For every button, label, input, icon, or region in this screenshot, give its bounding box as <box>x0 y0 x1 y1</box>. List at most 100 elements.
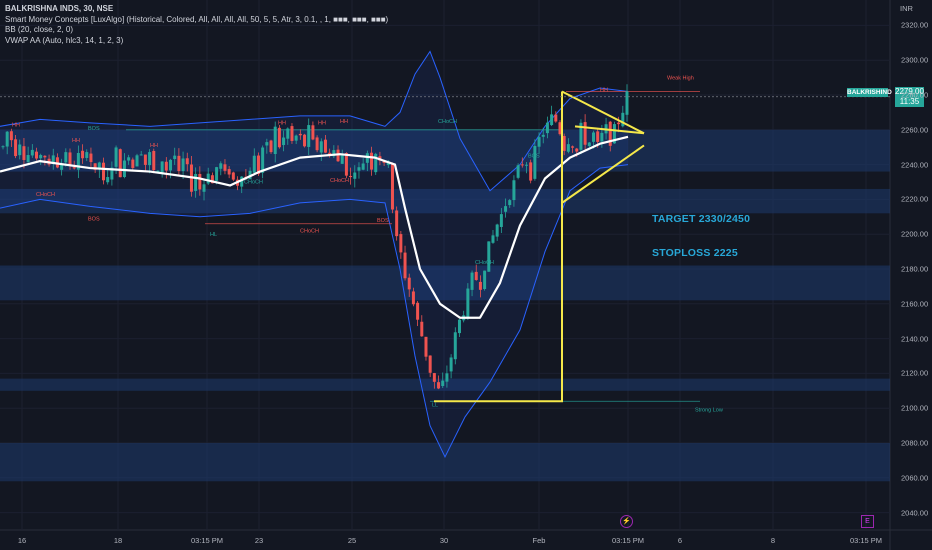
candle-body <box>177 155 181 172</box>
candle-body <box>68 152 72 166</box>
candle-body <box>72 167 76 169</box>
candle-body <box>35 151 39 159</box>
price-chart[interactable]: HH BOS HH HH HH HH HH CHoCH CHoCH HL LL Weak High St… <box>0 0 932 550</box>
price-tick-label: 2300.00 <box>901 55 929 65</box>
candle-body <box>194 173 198 191</box>
candle-body <box>282 137 286 146</box>
candle-body <box>487 241 491 272</box>
candle-body <box>303 134 307 147</box>
currency-label[interactable]: INR <box>900 4 913 13</box>
stoploss-annotation[interactable]: STOPLOSS 2225 <box>652 247 738 259</box>
price-tick-label: 2160.00 <box>901 299 929 309</box>
candle-body <box>323 139 327 153</box>
candle-body <box>357 167 361 171</box>
candle-body <box>361 163 365 170</box>
candle-body <box>407 277 411 290</box>
candle-body <box>1 146 5 148</box>
smc-label: HH <box>12 122 20 128</box>
smc-label: CHoCH <box>475 260 494 266</box>
smc-label: CHoCH <box>300 228 319 234</box>
candle-body <box>127 157 131 161</box>
smc-label: BOS <box>88 126 100 132</box>
candle-body <box>495 224 499 237</box>
candle-body <box>395 210 399 237</box>
candle-body <box>9 131 13 141</box>
candle-body <box>390 163 394 210</box>
candle-body <box>470 272 474 290</box>
candle-body <box>520 164 524 166</box>
smc-label: HH <box>318 121 326 127</box>
candle-body <box>504 206 508 212</box>
candle-body <box>575 148 579 152</box>
price-tick-label: 2200.00 <box>901 229 929 239</box>
price-tick-label: 2040.00 <box>901 508 929 518</box>
candle-body <box>474 271 478 280</box>
smc-label: HL <box>210 232 217 238</box>
candle-body <box>277 127 281 148</box>
candle-body <box>550 114 554 126</box>
indicator-smc[interactable]: Smart Money Concepts [LuxAlgo] (Historic… <box>5 15 388 26</box>
smc-label: BOS <box>377 218 389 224</box>
price-tick-label: 2280.00 <box>901 90 929 100</box>
candle-body <box>18 144 22 156</box>
time-label: 25 <box>347 536 357 545</box>
price-tick-label: 2060.00 <box>901 473 929 483</box>
candle-body <box>81 150 85 159</box>
candle-body <box>483 270 487 290</box>
candle-body <box>449 357 453 372</box>
symbol-title[interactable]: BALKRISHNA INDS, 30, NSE <box>5 4 388 15</box>
candle-body <box>173 155 177 160</box>
candle-body <box>625 91 629 115</box>
candle-body <box>265 142 269 146</box>
candle-body <box>583 122 587 145</box>
candle-body <box>60 164 64 170</box>
candle-body <box>286 128 290 139</box>
candle-body <box>252 155 256 173</box>
candle-body <box>269 140 273 153</box>
smc-label: CHoCH <box>36 192 55 198</box>
smc-label: Strong Low <box>695 408 723 414</box>
candle-body <box>591 132 595 142</box>
candle-body <box>131 159 135 168</box>
candle-body <box>231 172 235 180</box>
candle-body <box>89 153 93 163</box>
smc-label: BOS <box>528 154 540 160</box>
candle-body <box>64 152 68 163</box>
candle-body <box>118 149 122 178</box>
candle-body <box>617 122 621 125</box>
price-tick-label: 2320.00 <box>901 20 929 30</box>
target-annotation[interactable]: TARGET 2330/2450 <box>652 213 750 225</box>
time-label: 23 <box>254 536 264 545</box>
candle-body <box>273 126 277 155</box>
smc-label: HH <box>150 143 158 149</box>
dividend-event-icon[interactable]: ⚡ <box>620 515 633 528</box>
time-label: 16 <box>17 536 27 545</box>
indicator-vwap[interactable]: VWAP AA (Auto, hlc3, 14, 1, 2, 3) <box>5 36 388 47</box>
candle-body <box>202 184 206 192</box>
candle-body <box>298 133 302 136</box>
price-tick-label: 2100.00 <box>901 403 929 413</box>
smc-label: CHoCH <box>438 119 457 125</box>
time-label: 8 <box>770 536 776 545</box>
candle-body <box>508 200 512 206</box>
candle-body <box>169 159 173 171</box>
candle-body <box>30 149 34 156</box>
candle-body <box>39 155 43 159</box>
candle-body <box>215 167 219 181</box>
candle-body <box>14 139 18 157</box>
candle-body <box>424 336 428 357</box>
candle-body <box>290 126 294 141</box>
earnings-event-icon[interactable]: E <box>861 515 874 528</box>
candle-body <box>185 158 189 165</box>
candle-body <box>139 154 143 156</box>
time-label: Feb <box>532 536 546 545</box>
candle-body <box>428 355 432 373</box>
price-tick-label: 2080.00 <box>901 438 929 448</box>
candle-body <box>353 172 357 179</box>
indicator-bb[interactable]: BB (20, close, 2, 0) <box>5 25 388 36</box>
candle-body <box>122 160 126 177</box>
candle-body <box>453 332 457 360</box>
candle-body <box>399 234 403 253</box>
candle-body <box>26 155 30 162</box>
candle-body <box>114 147 118 167</box>
